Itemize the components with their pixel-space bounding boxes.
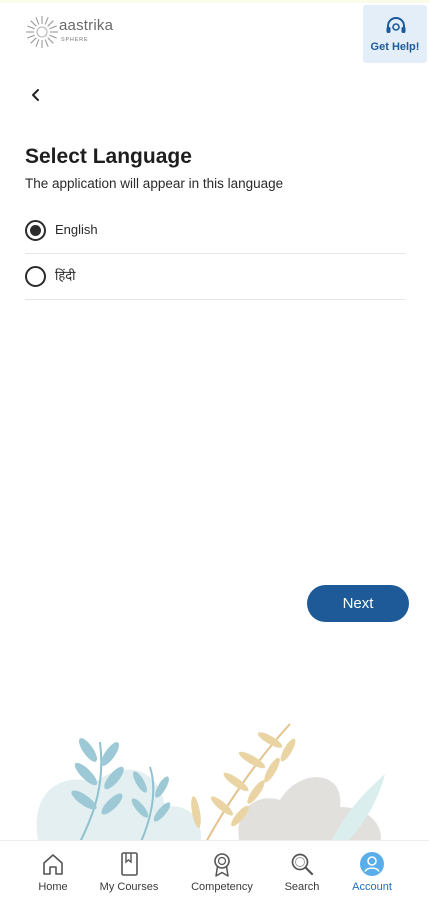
- radio-unselected[interactable]: [25, 266, 46, 287]
- nav-label-account: Account: [352, 881, 392, 893]
- back-button[interactable]: [26, 84, 48, 106]
- language-option-hindi[interactable]: हिंदी: [25, 254, 405, 300]
- badge-icon: [214, 853, 230, 877]
- nav-item-search[interactable]: Search: [266, 841, 338, 900]
- aastrika-logo: aastrika SPHERE: [24, 14, 124, 50]
- nav-label-competency: Competency: [191, 881, 253, 893]
- search-icon: [291, 853, 314, 876]
- radio-dot: [30, 225, 41, 236]
- account-icon: [360, 852, 384, 876]
- book-icon: [121, 852, 138, 876]
- radio-selected[interactable]: [25, 220, 46, 241]
- home-icon: [43, 854, 63, 875]
- chevron-left-icon: [32, 89, 39, 101]
- get-help-button[interactable]: Get Help!: [363, 5, 427, 63]
- logo-subtext: SPHERE: [61, 37, 89, 43]
- nav-item-competency[interactable]: Competency: [183, 841, 261, 900]
- leaf-illustration: [36, 723, 385, 844]
- page-subtitle: The application will appear in this lang…: [25, 176, 284, 191]
- language-option-english[interactable]: English: [25, 208, 405, 254]
- next-button[interactable]: Next: [307, 585, 409, 622]
- nav-label-home: Home: [38, 881, 68, 893]
- language-label-hindi: हिंदी: [55, 268, 76, 283]
- logo-text: aastrika: [59, 17, 114, 34]
- nav-label-search: Search: [284, 881, 320, 893]
- page-title: Select Language: [25, 145, 192, 168]
- headset-icon: [386, 17, 406, 33]
- nav-item-my-courses[interactable]: My Courses: [91, 841, 167, 900]
- nav-label-my-courses: My Courses: [99, 881, 159, 893]
- nav-item-home[interactable]: Home: [15, 841, 91, 900]
- get-help-label: Get Help!: [370, 41, 420, 53]
- logo-mark-icon: [26, 16, 58, 48]
- bottom-navigation: Home My Courses Competency Search Accoun…: [0, 840, 429, 900]
- app-header: aastrika SPHERE Get Help!: [0, 0, 429, 66]
- nav-item-account[interactable]: Account: [338, 841, 406, 900]
- language-label-english: English: [55, 222, 98, 237]
